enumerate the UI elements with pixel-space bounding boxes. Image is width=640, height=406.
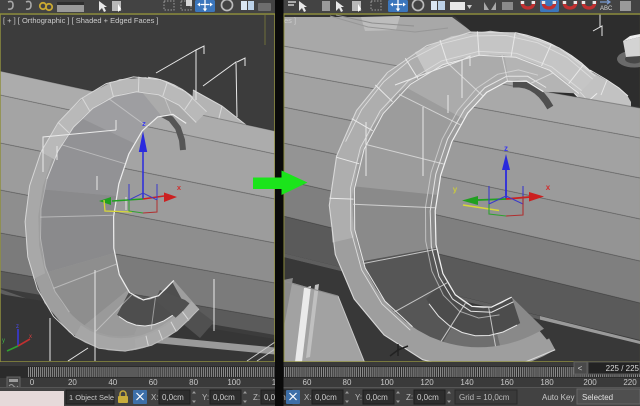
svg-text:z: z — [16, 324, 19, 330]
svg-text:<: < — [578, 364, 583, 373]
svg-text:x: x — [546, 183, 551, 192]
svg-text:1 Object Sele: 1 Object Sele — [69, 393, 114, 402]
svg-text:z: z — [142, 119, 146, 128]
svg-text:80: 80 — [343, 378, 352, 387]
svg-text:0,0cm: 0,0cm — [417, 393, 439, 402]
svg-text:225 / 225: 225 / 225 — [606, 364, 640, 373]
svg-text:0,0cm: 0,0cm — [162, 393, 184, 402]
svg-text:Grid = 10,0cm: Grid = 10,0cm — [459, 393, 510, 402]
svg-text:100: 100 — [227, 378, 241, 387]
svg-text:Y:: Y: — [202, 393, 209, 402]
svg-text:80: 80 — [189, 378, 198, 387]
svg-text:Y:: Y: — [355, 393, 362, 402]
svg-text:ABC: ABC — [600, 6, 613, 12]
svg-text:x: x — [29, 334, 32, 340]
svg-text:60: 60 — [149, 378, 158, 387]
svg-text:100: 100 — [380, 378, 394, 387]
svg-text:X:: X: — [151, 393, 159, 402]
svg-text:180: 180 — [540, 378, 554, 387]
svg-text:es ]: es ] — [284, 16, 296, 25]
svg-text:Selected: Selected — [582, 393, 613, 402]
svg-text:60: 60 — [303, 378, 312, 387]
svg-text:0,0cm: 0,0cm — [366, 393, 388, 402]
svg-text:Auto Key: Auto Key — [542, 393, 574, 402]
svg-text:Z:: Z: — [406, 393, 413, 402]
svg-text:y: y — [2, 338, 5, 344]
svg-text:220: 220 — [623, 378, 637, 387]
svg-text:120: 120 — [420, 378, 434, 387]
svg-text:[ + ] [ Orthographic ] [ Shade: [ + ] [ Orthographic ] [ Shaded + Edged … — [3, 16, 159, 25]
svg-text:Z:: Z: — [253, 393, 260, 402]
svg-text:140: 140 — [460, 378, 474, 387]
svg-text:z: z — [504, 144, 508, 153]
svg-text:20: 20 — [68, 378, 77, 387]
svg-text:40: 40 — [108, 378, 117, 387]
svg-text:y: y — [453, 185, 458, 194]
svg-text:200: 200 — [583, 378, 597, 387]
svg-text:160: 160 — [500, 378, 514, 387]
svg-text:X:: X: — [304, 393, 312, 402]
svg-text:0,0cm: 0,0cm — [315, 393, 337, 402]
svg-text:0,0cm: 0,0cm — [213, 393, 235, 402]
svg-text:0: 0 — [30, 378, 35, 387]
